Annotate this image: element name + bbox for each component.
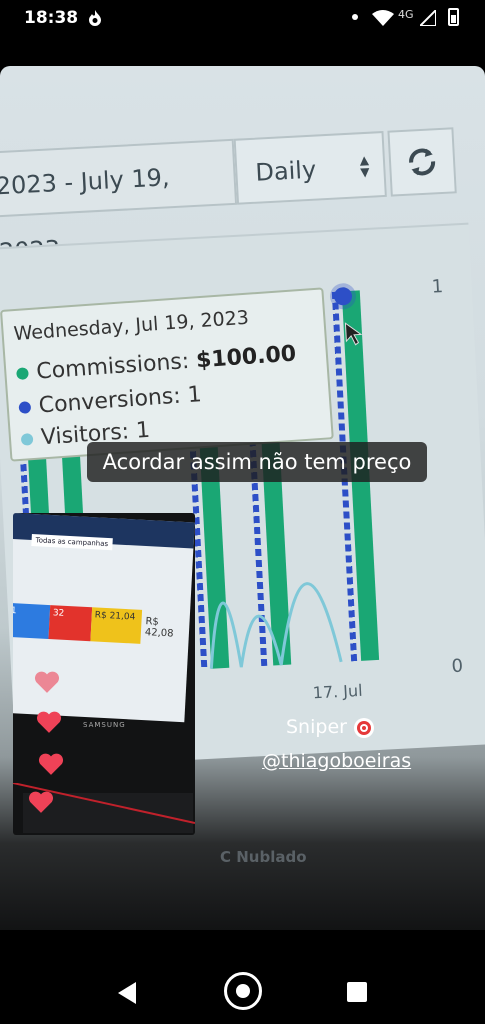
inset-card-3-value: R$ 21,04 <box>94 610 136 623</box>
date-range-picker[interactable]: 2023 - July 19, 2023 <box>0 138 238 266</box>
conversions-legend-dot <box>18 401 32 414</box>
commissions-legend-dot <box>16 367 29 380</box>
taskbar-weather: C Nublado <box>220 848 307 866</box>
navigation-bar <box>0 948 485 1024</box>
inset-card-blue: 1 <box>13 602 51 640</box>
status-time: 18:38 <box>24 8 79 28</box>
heart-icon <box>38 753 64 775</box>
heart-icon <box>34 671 60 693</box>
period-select[interactable]: Daily ▲ ▼ <box>233 130 387 205</box>
sort-arrows-icon: ▲ ▼ <box>359 152 370 180</box>
back-icon[interactable] <box>118 982 138 1004</box>
inset-brand: SAMSUNG <box>83 721 126 729</box>
y-tick-bottom: 0 <box>451 655 464 678</box>
refresh-icon <box>409 148 436 176</box>
home-button[interactable] <box>224 972 262 1010</box>
inset-card-1-value: 1 <box>13 606 17 617</box>
tooltip-commissions-value: $100.00 <box>195 341 297 374</box>
period-select-value: Daily <box>254 155 317 187</box>
visitors-legend-dot <box>20 433 34 446</box>
heart-icon <box>28 791 54 813</box>
wifi-icon <box>372 10 394 26</box>
status-bar: 18:38 4G <box>0 0 485 36</box>
notification-dot-icon <box>352 14 358 20</box>
flame-icon <box>89 10 101 26</box>
refresh-button[interactable] <box>387 127 457 197</box>
dashboard-toolbar: 2023 - July 19, 2023 Daily ▲▼ <box>0 121 467 266</box>
target-icon <box>354 717 374 738</box>
tooltip-date: Wednesday, Jul 19, 2023 <box>12 306 250 346</box>
inset-card-2-value: 32 <box>52 608 65 619</box>
y-tick-top: 1 <box>431 276 444 298</box>
signal-icon <box>420 10 436 26</box>
battery-icon <box>448 8 459 26</box>
inset-total-value: R$ 42,08 <box>144 616 174 640</box>
story-caption: Acordar assim não tem preço <box>87 442 427 482</box>
inset-card-yellow: R$ 21,04 <box>90 607 143 644</box>
chart-tooltip: Wednesday, Jul 19, 2023 Commissions: $10… <box>0 287 334 462</box>
network-type: 4G <box>398 8 414 21</box>
x-tick-label: 17. Jul <box>312 680 364 703</box>
sniper-text: Sniper <box>286 716 347 738</box>
heart-icon <box>36 711 62 733</box>
mouse-cursor-icon <box>344 322 363 346</box>
tooltip-conversions: Conversions: 1 <box>18 382 203 420</box>
tooltip-conversions-text: Conversions: 1 <box>37 382 203 419</box>
user-mention[interactable]: @thiagoboeiras <box>262 750 411 772</box>
inset-card-red: 32 <box>48 605 93 642</box>
tooltip-commissions-label: Commissions: <box>35 348 191 385</box>
tooltip-commissions: Commissions: $100.00 <box>16 341 297 385</box>
sniper-label: Sniper <box>286 716 375 739</box>
recents-button[interactable] <box>347 982 367 1002</box>
